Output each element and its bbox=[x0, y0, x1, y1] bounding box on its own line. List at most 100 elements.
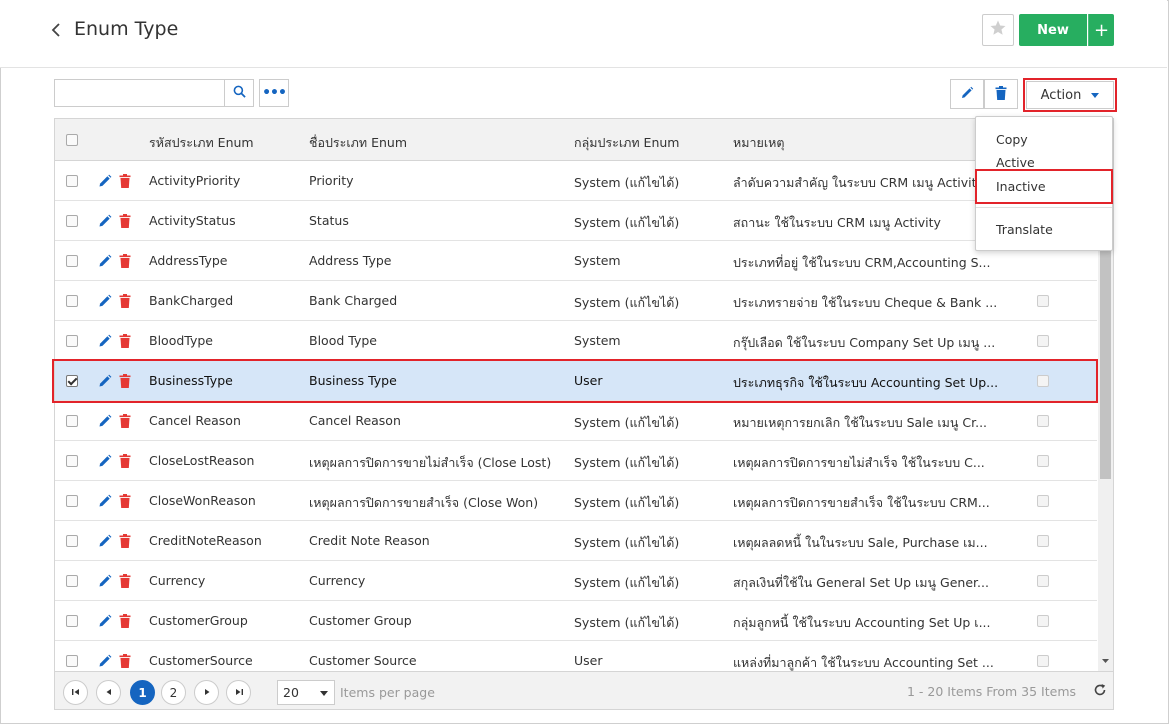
action-dropdown-button[interactable]: Action bbox=[1026, 81, 1114, 109]
row-checkbox[interactable] bbox=[66, 535, 78, 547]
pencil-icon[interactable] bbox=[98, 294, 112, 308]
cell-name: Currency bbox=[309, 573, 366, 588]
column-header-remark[interactable]: หมายเหตุ bbox=[733, 133, 784, 153]
table-row[interactable]: CreditNoteReason Credit Note Reason System… bbox=[55, 521, 1097, 561]
trash-icon[interactable] bbox=[119, 214, 133, 228]
prev-page-button[interactable] bbox=[96, 680, 121, 705]
page-size-select[interactable]: 20 bbox=[277, 680, 335, 705]
row-checkbox[interactable] bbox=[66, 215, 78, 227]
table-row[interactable]: CloseWonReason เหตุผลการปิดการขายสำเร็จ (… bbox=[55, 481, 1097, 521]
table-row[interactable]: AddressType Address Type System ประเภทที่อย… bbox=[55, 241, 1097, 281]
trash-icon[interactable] bbox=[119, 374, 133, 388]
trash-icon[interactable] bbox=[119, 414, 133, 428]
pencil-icon[interactable] bbox=[98, 494, 112, 508]
refresh-icon[interactable] bbox=[1093, 683, 1107, 697]
row-checkbox[interactable] bbox=[66, 175, 78, 187]
new-button[interactable]: New bbox=[1019, 14, 1087, 46]
pencil-icon[interactable] bbox=[98, 574, 112, 588]
menu-item-inactive[interactable]: Inactive bbox=[996, 179, 1046, 194]
trash-icon[interactable] bbox=[119, 334, 133, 348]
pencil-icon[interactable] bbox=[98, 374, 112, 388]
table-row[interactable]: BankCharged Bank Charged System (แก้ไขได้)… bbox=[55, 281, 1097, 321]
next-page-button[interactable] bbox=[194, 680, 219, 705]
row-checkbox[interactable] bbox=[66, 655, 78, 667]
table-row[interactable]: CustomerGroup Customer Group System (แก้ไข… bbox=[55, 601, 1097, 641]
row-checkbox[interactable] bbox=[66, 295, 78, 307]
trash-icon[interactable] bbox=[119, 654, 133, 668]
table-row[interactable]: BusinessType Business Type User ประเภทธุรกิ… bbox=[55, 361, 1097, 401]
menu-item-translate[interactable]: Translate bbox=[996, 222, 1053, 237]
cell-code: CloseLostReason bbox=[149, 453, 255, 468]
column-header-name[interactable]: ชื่อประเภท Enum bbox=[309, 133, 407, 153]
search-button[interactable] bbox=[224, 79, 254, 107]
delete-selected-button[interactable] bbox=[984, 79, 1018, 109]
trash-icon[interactable] bbox=[119, 454, 133, 468]
back-chevron-icon[interactable] bbox=[50, 20, 68, 40]
table-row[interactable]: ActivityPriority Priority System (แก้ไขได้… bbox=[55, 161, 1097, 201]
menu-item-active[interactable]: Active bbox=[996, 155, 1035, 170]
page-2-button[interactable]: 2 bbox=[161, 680, 186, 705]
row-checkbox[interactable] bbox=[66, 255, 78, 267]
select-all-checkbox[interactable] bbox=[66, 134, 78, 146]
menu-item-copy[interactable]: Copy bbox=[996, 132, 1028, 147]
prev-page-icon bbox=[104, 686, 114, 700]
cell-remark: เหตุผลการปิดการขายไม่สำเร็จ ใช้ในระบบ C.… bbox=[733, 455, 985, 470]
row-checkbox[interactable] bbox=[66, 575, 78, 587]
inactive-flag-checkbox bbox=[1037, 375, 1049, 387]
more-options-button[interactable]: ••• bbox=[259, 79, 289, 107]
pencil-icon[interactable] bbox=[98, 534, 112, 548]
new-dropdown-plus-button[interactable]: + bbox=[1088, 14, 1114, 46]
edit-selected-button[interactable] bbox=[950, 79, 984, 109]
table-row[interactable]: Currency Currency System (แก้ไขได้) สกุลเงิ… bbox=[55, 561, 1097, 601]
pencil-icon[interactable] bbox=[98, 334, 112, 348]
cell-name: Business Type bbox=[309, 373, 397, 388]
table-row[interactable]: BloodType Blood Type System กรุ๊ปเลือด ใช้ใ… bbox=[55, 321, 1097, 361]
pencil-icon[interactable] bbox=[98, 454, 112, 468]
pencil-icon[interactable] bbox=[98, 614, 112, 628]
trash-icon[interactable] bbox=[119, 254, 133, 268]
trash-icon[interactable] bbox=[119, 574, 133, 588]
trash-icon[interactable] bbox=[119, 614, 133, 628]
table-row[interactable]: CloseLostReason เหตุผลการปิดการขายไม่สำเร… bbox=[55, 441, 1097, 481]
cell-group: System (แก้ไขได้) bbox=[574, 295, 680, 310]
last-page-icon bbox=[234, 686, 244, 700]
trash-icon[interactable] bbox=[119, 494, 133, 508]
favorite-button[interactable] bbox=[982, 14, 1014, 46]
cell-group: System bbox=[574, 253, 621, 268]
cell-remark: กลุ่มลูกหนี้ ใช้ในระบบ Accounting Set Up… bbox=[733, 615, 991, 630]
cell-name: Priority bbox=[309, 173, 354, 188]
table-row[interactable]: ActivityStatus Status System (แก้ไขได้) สถา… bbox=[55, 201, 1097, 241]
trash-icon[interactable] bbox=[119, 534, 133, 548]
row-checkbox[interactable] bbox=[66, 375, 78, 387]
page-title: Enum Type bbox=[74, 18, 179, 40]
row-checkbox[interactable] bbox=[66, 415, 78, 427]
action-menu: Copy Active Inactive Translate bbox=[975, 116, 1113, 251]
column-header-group[interactable]: กลุ่มประเภท Enum bbox=[574, 133, 679, 153]
cell-name: Status bbox=[309, 213, 349, 228]
grid-header: รหัสประเภท Enum ชื่อประเภท Enum กลุ่มประ… bbox=[55, 119, 1097, 161]
table-row[interactable]: Cancel Reason Cancel Reason System (แก้ไขไ… bbox=[55, 401, 1097, 441]
row-checkbox[interactable] bbox=[66, 455, 78, 467]
last-page-button[interactable] bbox=[226, 680, 251, 705]
pencil-icon[interactable] bbox=[98, 654, 112, 668]
column-header-code[interactable]: รหัสประเภท Enum bbox=[149, 133, 254, 153]
page-1-button[interactable]: 1 bbox=[130, 680, 155, 705]
scrollbar-thumb[interactable] bbox=[1100, 249, 1111, 479]
trash-icon[interactable] bbox=[119, 294, 133, 308]
row-checkbox[interactable] bbox=[66, 335, 78, 347]
row-checkbox[interactable] bbox=[66, 615, 78, 627]
search-input[interactable] bbox=[54, 79, 225, 107]
scroll-down-arrow-icon[interactable] bbox=[1100, 655, 1111, 667]
cell-code: BusinessType bbox=[149, 373, 233, 388]
pencil-icon[interactable] bbox=[98, 174, 112, 188]
trash-icon[interactable] bbox=[119, 174, 133, 188]
first-page-button[interactable] bbox=[63, 680, 88, 705]
menu-divider bbox=[976, 207, 1112, 208]
pencil-icon[interactable] bbox=[98, 214, 112, 228]
pencil-icon[interactable] bbox=[98, 254, 112, 268]
cell-code: CreditNoteReason bbox=[149, 533, 262, 548]
items-count-info: 1 - 20 Items From 35 Items bbox=[907, 684, 1077, 699]
row-checkbox[interactable] bbox=[66, 495, 78, 507]
cell-remark: ประเภทรายจ่าย ใช้ในระบบ Cheque & Bank ..… bbox=[733, 295, 998, 310]
pencil-icon[interactable] bbox=[98, 414, 112, 428]
